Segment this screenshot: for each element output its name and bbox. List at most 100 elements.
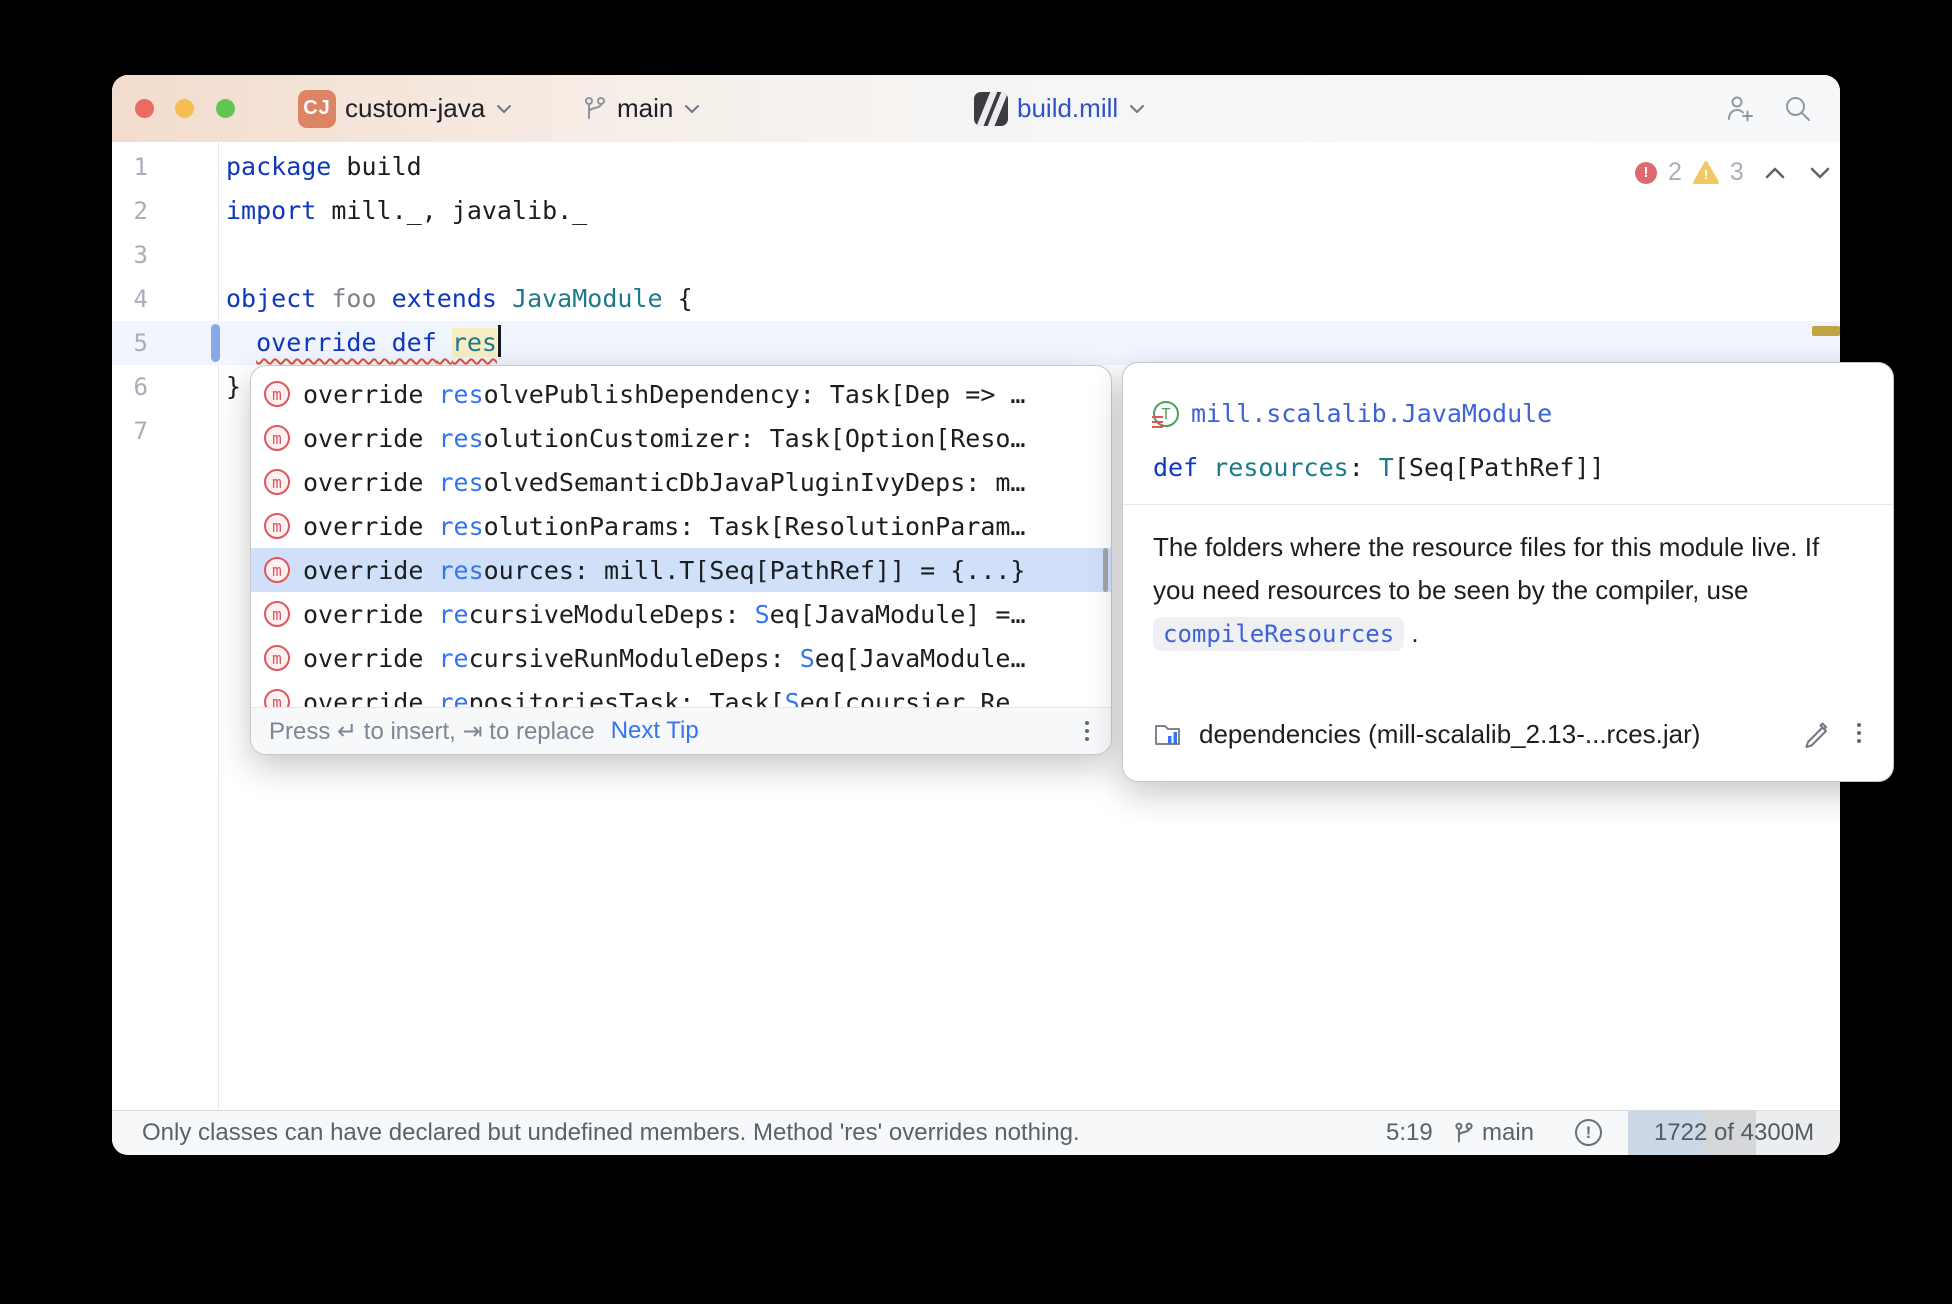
completion-menu-button[interactable] — [1081, 717, 1093, 745]
chevron-down-icon — [1127, 102, 1147, 116]
completion-list: m override resolvePublishDependency: Task… — [251, 366, 1111, 707]
title-bar: CJ custom-java main — [112, 75, 1840, 142]
completion-item-text: override resolvePublishDependency: Task[… — [303, 380, 1025, 409]
edit-source-button[interactable] — [1801, 719, 1831, 749]
code-text: } — [226, 365, 241, 409]
doc-body: The folders where the resource files for… — [1153, 526, 1865, 655]
method-icon: m — [264, 645, 290, 671]
next-tip-link[interactable]: Next Tip — [611, 717, 699, 745]
next-problem-button[interactable] — [1808, 165, 1832, 181]
code-line-1[interactable]: 1 package build — [112, 145, 1840, 189]
search-everywhere-button[interactable] — [1782, 93, 1814, 125]
completion-item-text: override resources: mill.T[Seq[PathRef]]… — [303, 556, 1025, 585]
method-icon: m — [264, 469, 290, 495]
doc-qualifier-link[interactable]: mill.scalalib.JavaModule — [1191, 399, 1552, 428]
titlebar-actions — [1724, 75, 1814, 142]
zoom-window-button[interactable] — [216, 99, 235, 118]
line-number[interactable]: 5 — [112, 321, 148, 365]
completion-item[interactable]: m override resolutionCustomizer: Task[Opt… — [251, 416, 1111, 460]
chevron-down-icon — [494, 102, 514, 116]
search-icon — [1782, 93, 1814, 125]
doc-divider — [1123, 504, 1893, 505]
doc-signature: def resources: T[Seq[PathRef]] — [1153, 453, 1605, 482]
line-number[interactable]: 2 — [112, 189, 148, 233]
desktop-background: CJ custom-java main — [0, 0, 1952, 1304]
line-number[interactable]: 3 — [112, 233, 148, 277]
status-message: Only classes can have declared but undef… — [142, 1111, 1080, 1155]
doc-dependency-row[interactable]: dependencies (mill-scalalib_2.13-...rces… — [1153, 712, 1700, 756]
chevron-down-icon — [682, 102, 702, 116]
chevron-down-icon — [1808, 165, 1832, 181]
completion-item[interactable]: m override repositoriesTask: Task[Seq[cou… — [251, 680, 1111, 707]
svg-text:!: ! — [1704, 167, 1708, 182]
completion-hint: Press ↵ to insert, ⇥ to replace — [269, 717, 595, 746]
doc-menu-button[interactable] — [1853, 719, 1865, 747]
line-number[interactable]: 6 — [112, 365, 148, 409]
completion-item[interactable]: m override resources: mill.T[Seq[PathRef]… — [251, 548, 1111, 592]
completion-item[interactable]: m override resolutionParams: Task[Resolut… — [251, 504, 1111, 548]
code-text: package build — [226, 145, 422, 189]
completion-item-text: override recursiveModuleDeps: Seq[JavaMo… — [303, 600, 1026, 629]
status-branch-widget[interactable]: main — [1453, 1111, 1534, 1155]
add-user-icon — [1724, 93, 1756, 125]
error-badge-icon: ! — [1635, 162, 1657, 184]
caret-position-widget[interactable]: 5:19 — [1386, 1111, 1433, 1155]
code-text: object foo extends JavaModule { — [226, 277, 693, 321]
mill-file-icon — [974, 92, 1008, 126]
inspections-widget[interactable]: ! 2 ! 3 — [1635, 158, 1832, 187]
documentation-popup: T mill.scalalib.JavaModule def resources… — [1122, 362, 1894, 782]
trait-icon: T — [1153, 401, 1179, 427]
completion-item-text: override recursiveRunModuleDeps: Seq[Jav… — [303, 644, 1026, 673]
file-name: build.mill — [1017, 93, 1118, 124]
doc-dependency-label: dependencies (mill-scalalib_2.13-...rces… — [1199, 719, 1700, 750]
warning-stripe-mark[interactable] — [1812, 326, 1840, 336]
line-number[interactable]: 4 — [112, 277, 148, 321]
status-branch-name: main — [1482, 1119, 1534, 1147]
project-icon: CJ — [298, 90, 336, 128]
code-line-3[interactable]: 3 — [112, 233, 1840, 277]
project-name: custom-java — [345, 93, 485, 124]
error-count: 2 — [1668, 158, 1682, 187]
doc-body-text: The folders where the resource files for… — [1153, 532, 1819, 605]
git-branch-icon — [1453, 1120, 1475, 1146]
method-icon: m — [264, 425, 290, 451]
memory-indicator[interactable]: 1722 of 4300M — [1628, 1111, 1840, 1155]
code-text: override def res — [226, 321, 501, 365]
completion-item[interactable]: moverride recursiveModuleDeps: Seq[JavaM… — [251, 592, 1111, 636]
git-branch-icon — [582, 95, 608, 123]
code-line-5[interactable]: 5 override def res — [112, 321, 1840, 365]
completion-item[interactable]: moverride resolvePublishDependency: Task… — [251, 372, 1111, 416]
code-line-2[interactable]: 2import mill._, javalib._ — [112, 189, 1840, 233]
completion-item[interactable]: m override resolvedSemanticDbJavaPluginIv… — [251, 460, 1111, 504]
previous-problem-button[interactable] — [1763, 165, 1787, 181]
warning-count: 3 — [1730, 158, 1744, 187]
status-bar: Only classes can have declared but undef… — [112, 1110, 1840, 1155]
code-with-me-button[interactable] — [1724, 93, 1756, 125]
method-icon: m — [264, 689, 290, 707]
project-widget[interactable]: CJ custom-java — [298, 75, 514, 142]
pencil-icon — [1801, 719, 1831, 749]
completion-item[interactable]: m override recursiveRunModuleDeps: Seq[Ja… — [251, 636, 1111, 680]
completion-item-text: override resolutionParams: Task[Resoluti… — [303, 512, 1025, 541]
completion-item-text: override repositoriesTask: Task[Seq[cour… — [303, 688, 1010, 708]
library-folder-icon — [1153, 719, 1185, 749]
completion-popup: m override resolvePublishDependency: Task… — [250, 365, 1112, 755]
method-icon: m — [264, 557, 290, 583]
completion-scrollbar[interactable] — [1103, 548, 1108, 592]
branch-name: main — [617, 93, 673, 124]
minimize-window-button[interactable] — [175, 99, 194, 118]
line-number[interactable]: 7 — [112, 409, 148, 453]
doc-code-chip[interactable]: compileResources — [1153, 617, 1404, 651]
method-icon: m — [264, 513, 290, 539]
vcs-widget[interactable]: main — [582, 75, 702, 142]
error-notification-icon[interactable]: ! — [1575, 1119, 1602, 1146]
completion-item-text: override resolutionCustomizer: Task[Opti… — [303, 424, 1025, 453]
completion-item-text: override resolvedSemanticDbJavaPluginIvy… — [303, 468, 1025, 497]
text-cursor — [498, 325, 501, 357]
doc-body-tail: . — [1404, 618, 1418, 648]
line-number[interactable]: 1 — [112, 145, 148, 189]
close-window-button[interactable] — [135, 99, 154, 118]
code-line-4[interactable]: 4 object foo extends JavaModule { — [112, 277, 1840, 321]
chevron-up-icon — [1763, 165, 1787, 181]
file-switcher-widget[interactable]: build.mill — [974, 75, 1147, 142]
